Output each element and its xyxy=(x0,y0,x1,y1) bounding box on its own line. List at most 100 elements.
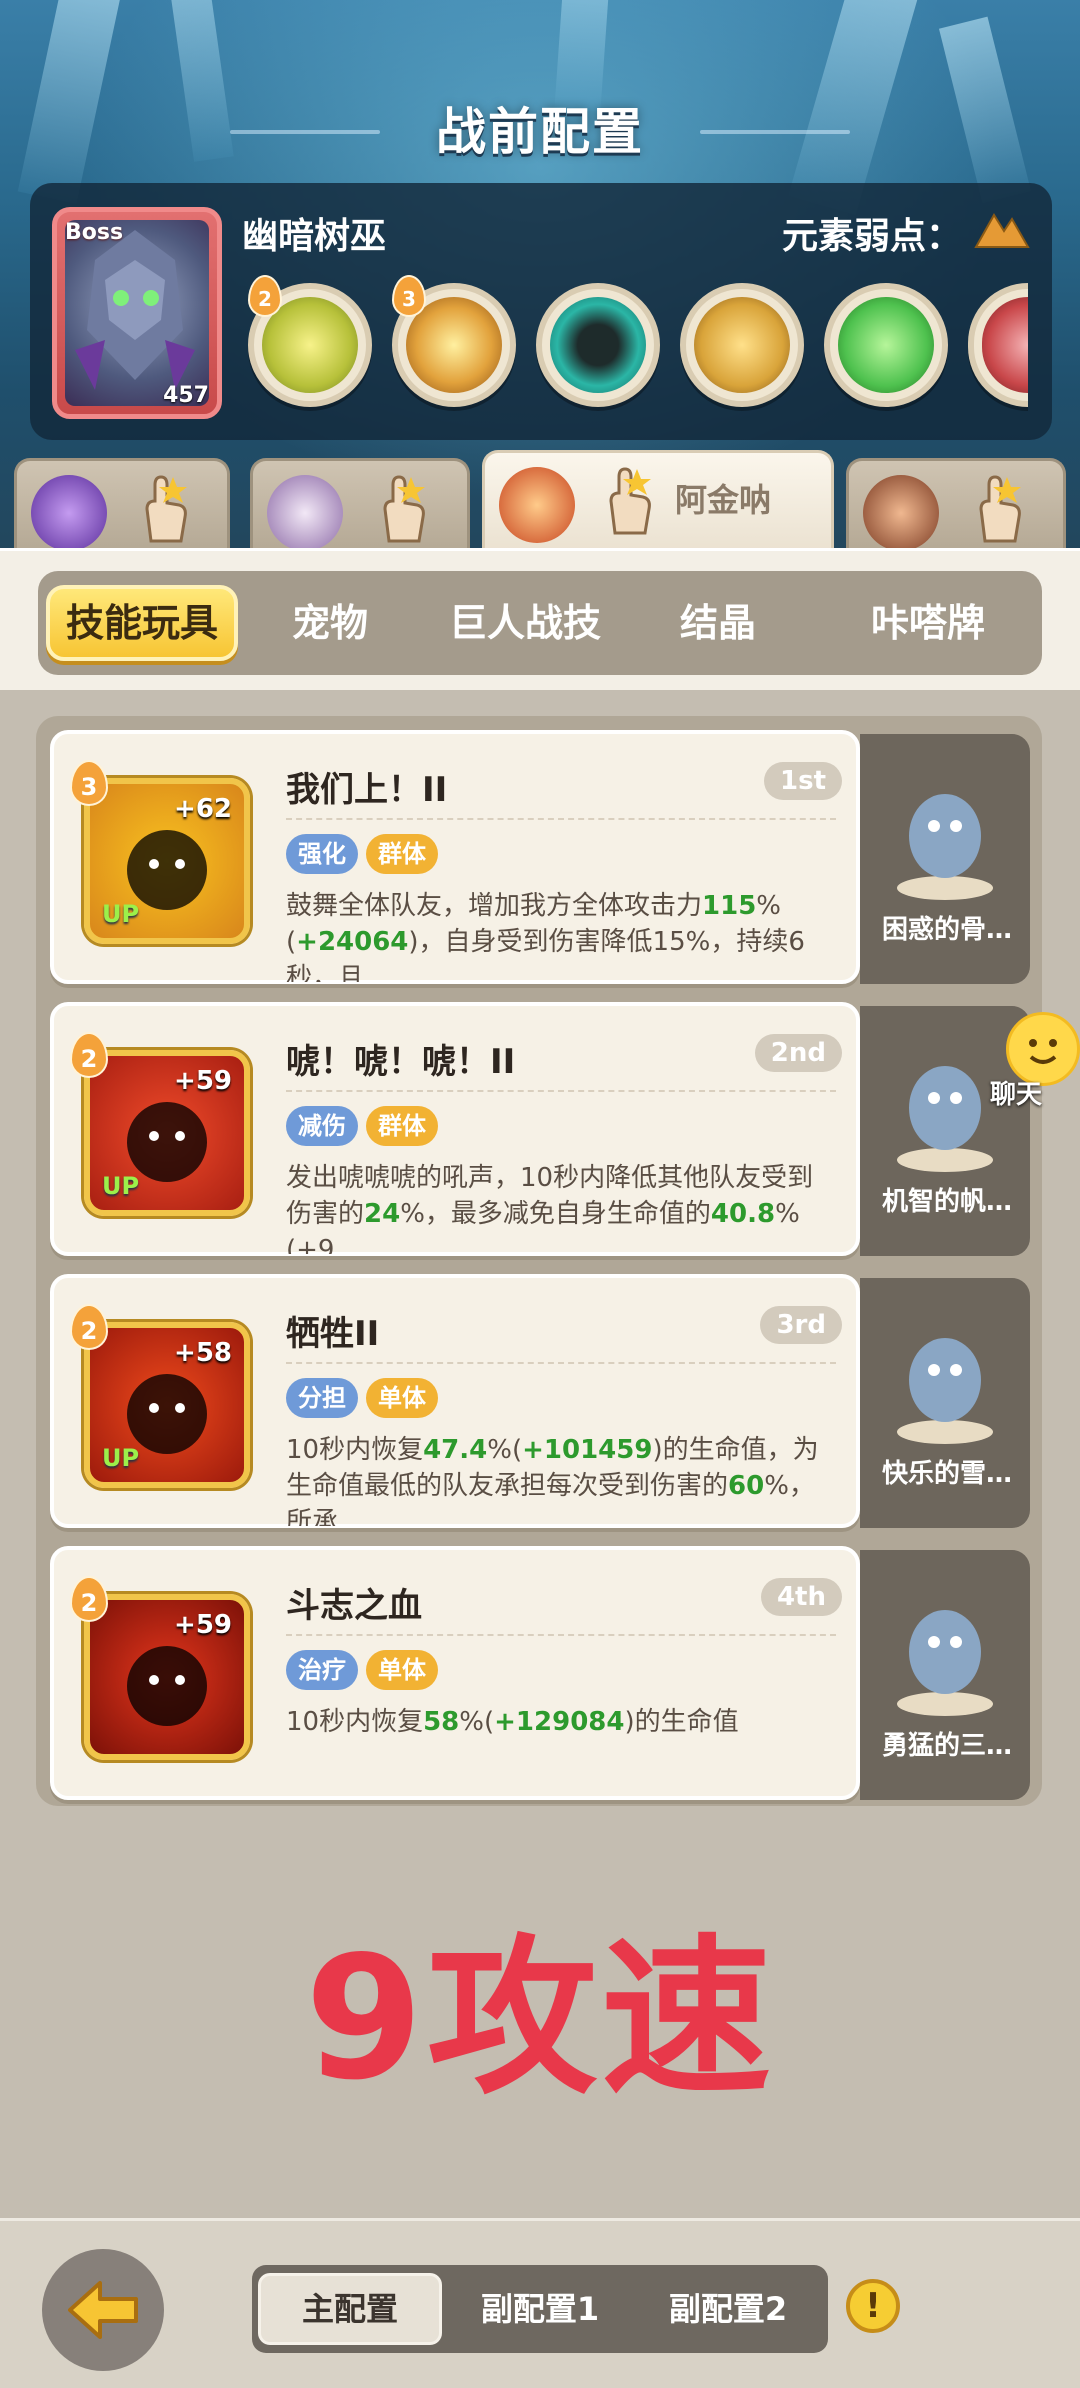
skill-bonus: +62 xyxy=(174,794,232,824)
upgrade-indicator: UP xyxy=(102,900,140,928)
pet-name: 快乐的雪… xyxy=(881,1459,1012,1489)
skill-card[interactable]: +59 2 斗志之血 4th 治疗 单体 10秒内恢复58%(+129084)的生命值 xyxy=(50,1546,860,1800)
hero-tab-2[interactable] xyxy=(250,458,470,551)
boss-skill-orb-3[interactable] xyxy=(536,283,660,407)
boss-skill-orb-2[interactable]: 3 xyxy=(392,275,516,407)
poison-blob-icon xyxy=(838,297,934,393)
hero-tab-4[interactable] xyxy=(846,458,1066,551)
skill-card[interactable]: +58 UP 2 牺牲II 3rd 分担 单体 10秒内恢复47.4%(+101459)的生命… xyxy=(50,1274,860,1528)
pet-slot[interactable]: 困惑的骨… xyxy=(860,734,1030,984)
highlight-value: 115 xyxy=(702,891,757,921)
skill-description: 发出唬唬唬的吼声，10秒内降低其他队友受到伤害的24%，最多减免自身生命值的40… xyxy=(286,1160,836,1254)
hero-tab-1[interactable] xyxy=(14,458,230,551)
skill-card[interactable]: +62 UP 3 我们上！II 1st 强化 群体 鼓舞全体队友，增加我方全体攻击力115%(… xyxy=(50,730,860,984)
boss-name: 幽暗树巫 xyxy=(242,216,387,257)
skill-tag: 减伤 xyxy=(286,1106,358,1146)
pet-slot[interactable]: 机智的帆… xyxy=(860,1006,1030,1256)
tab-click-cards[interactable]: 咔嗒牌 xyxy=(828,585,1028,661)
dark-spirit-icon xyxy=(550,297,646,393)
pet-name: 困惑的骨… xyxy=(881,915,1012,945)
pet-figure-icon xyxy=(897,1610,993,1716)
skill-toy-icon: +59 UP xyxy=(84,1050,250,1216)
pet-slot[interactable]: 勇猛的三… xyxy=(860,1550,1030,1800)
smiley-icon xyxy=(1029,1039,1057,1064)
tap-hand-icon xyxy=(383,475,425,543)
skill-title: 斗志之血 xyxy=(286,1586,422,1626)
highlight-value: +129084 xyxy=(494,1707,625,1737)
boss-skill-orb-4[interactable] xyxy=(680,283,804,407)
skill-list: +62 UP 3 我们上！II 1st 强化 群体 鼓舞全体队友，增加我方全体攻击力115%(… xyxy=(36,716,1042,1806)
skill-toy-icon: +58 UP xyxy=(84,1322,250,1488)
info-button[interactable]: ! xyxy=(846,2279,900,2333)
skill-level-badge: 3 xyxy=(392,275,426,317)
pet-figure-icon xyxy=(897,1338,993,1444)
claw-slash-icon xyxy=(694,297,790,393)
pet-figure-icon xyxy=(897,1066,993,1172)
overlay-annotation-text: 9攻速 xyxy=(304,1920,776,2118)
back-button[interactable] xyxy=(42,2249,164,2371)
skill-description: 鼓舞全体队友，增加我方全体攻击力115%(+24064)，自身受到伤害降低15%… xyxy=(286,888,836,982)
description-text: 10秒内恢复 xyxy=(286,1707,424,1737)
boss-info-panel: Boss 457 幽暗树巫 元素弱点： 2 3 xyxy=(30,183,1052,440)
skill-title: 牺牲II xyxy=(286,1314,380,1354)
back-arrow-icon xyxy=(68,2281,138,2339)
boss-portrait[interactable]: Boss 457 xyxy=(52,207,222,419)
skill-bonus: +59 xyxy=(174,1610,232,1640)
highlight-value: 47.4 xyxy=(423,1435,488,1465)
page-title: 战前配置 xyxy=(436,103,644,161)
skill-rank: 1st xyxy=(764,762,842,800)
upgrade-indicator: UP xyxy=(102,1172,140,1200)
battle-scene-background: 战前配置 Boss 457 幽暗树巫 元素弱点： 2 3 阿金呐 xyxy=(0,0,1080,560)
skill-tag: 群体 xyxy=(366,834,438,874)
skill-level-badge: 3 xyxy=(70,760,108,806)
skill-tag: 治疗 xyxy=(286,1650,358,1690)
skill-level-badge: 2 xyxy=(70,1576,108,1622)
boss-creature-icon xyxy=(75,230,195,390)
skill-toy-icon: +62 UP xyxy=(84,778,250,944)
hero-tab-3-active[interactable]: 阿金呐 xyxy=(482,450,834,550)
boss-tag: Boss xyxy=(65,220,124,245)
skill-tag: 单体 xyxy=(366,1378,438,1418)
divider xyxy=(286,1634,836,1636)
pet-figure-icon xyxy=(897,794,993,900)
description-text: %( xyxy=(487,1435,523,1465)
skill-level-badge: 2 xyxy=(70,1304,108,1350)
description-text: )的生命值 xyxy=(624,1707,739,1737)
skill-title: 唬！唬！唬！II xyxy=(286,1042,516,1082)
skill-rank: 4th xyxy=(760,1578,842,1616)
boss-skill-orb-5[interactable] xyxy=(824,283,948,407)
earth-element-icon xyxy=(974,213,1030,248)
config-switcher: 主配置 副配置1 副配置2 xyxy=(252,2265,828,2353)
divider xyxy=(286,1362,836,1364)
skill-rank: 2nd xyxy=(754,1034,842,1072)
bottom-bar: 主配置 副配置1 副配置2 ! xyxy=(0,2218,1080,2388)
tab-crystals[interactable]: 结晶 xyxy=(638,585,798,661)
category-tab-bar: 技能玩具 宠物 巨人战技 结晶 咔嗒牌 xyxy=(38,571,1042,675)
highlight-value: +24064 xyxy=(296,927,409,957)
skill-description: 10秒内恢复47.4%(+101459)的生命值，为生命值最低的队友承担每次受到… xyxy=(286,1432,836,1526)
hero-avatar-brown xyxy=(863,475,939,551)
config-main[interactable]: 主配置 xyxy=(258,2273,442,2345)
partial-icon xyxy=(982,297,1028,393)
pet-name: 机智的帆… xyxy=(881,1187,1012,1217)
tab-pets[interactable]: 宠物 xyxy=(250,585,410,661)
boss-skill-orb-1[interactable]: 2 xyxy=(248,275,372,407)
config-sub-2[interactable]: 副配置2 xyxy=(636,2273,820,2345)
pet-name: 勇猛的三… xyxy=(881,1731,1012,1761)
boss-skill-orb-6[interactable] xyxy=(968,283,1028,407)
config-sub-1[interactable]: 副配置1 xyxy=(448,2273,632,2345)
hero-avatar-white xyxy=(267,475,343,551)
highlight-value: 58 xyxy=(423,1707,460,1737)
skill-card[interactable]: +59 UP 2 唬！唬！唬！II 2nd 减伤 群体 发出唬唬唬的吼声，10秒内降低其他队友… xyxy=(50,1002,860,1256)
boss-level: 457 xyxy=(163,383,209,408)
highlight-value: +101459 xyxy=(522,1435,653,1465)
tab-skill-toys[interactable]: 技能玩具 xyxy=(46,585,238,661)
weakness-label: 元素弱点： xyxy=(781,216,962,257)
pet-slot[interactable]: 快乐的雪… xyxy=(860,1278,1030,1528)
tap-hand-icon xyxy=(979,475,1021,543)
tab-giant-skills[interactable]: 巨人战技 xyxy=(410,585,640,661)
divider xyxy=(286,1090,836,1092)
skill-tag: 分担 xyxy=(286,1378,358,1418)
description-text: 鼓舞全体队友，增加我方全体攻击力 xyxy=(286,891,703,921)
boss-avatar xyxy=(65,220,209,406)
